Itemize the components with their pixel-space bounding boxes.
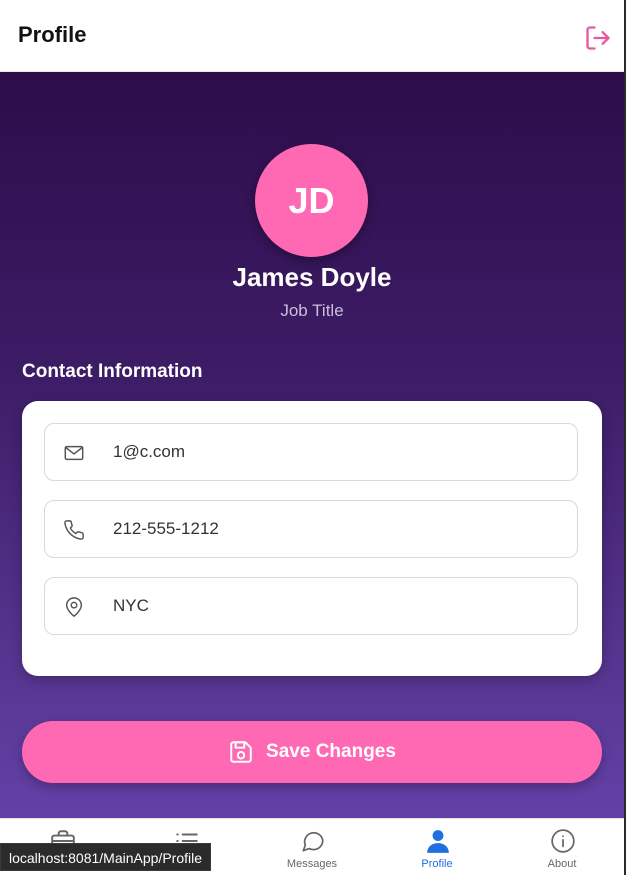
profile-name: James Doyle xyxy=(232,262,392,292)
profile-content: JD James Doyle Job Title Contact Informa… xyxy=(0,72,624,818)
status-bar-url: localhost:8081/MainApp/Profile xyxy=(0,843,212,871)
location-pin-icon xyxy=(65,597,83,617)
mail-icon xyxy=(64,445,84,461)
logout-icon xyxy=(586,26,610,50)
profile-screen: Profile JD James Doyle Job Title Contact… xyxy=(0,0,624,875)
tab-about[interactable]: About xyxy=(500,819,624,876)
avatar[interactable]: JD xyxy=(255,144,368,257)
save-changes-button[interactable]: Save Changes xyxy=(22,721,602,783)
phone-field[interactable]: 212-555-1212 xyxy=(44,500,578,558)
page-title: Profile xyxy=(18,22,87,47)
location-value: NYC xyxy=(113,596,149,615)
phone-icon xyxy=(64,520,84,540)
tab-label: Profile xyxy=(421,858,453,870)
profile-job-title: Job Title xyxy=(280,301,344,320)
tab-label: Messages xyxy=(286,858,338,870)
location-field[interactable]: NYC xyxy=(44,577,578,635)
contact-card: 1@c.com 212-555-1212 NYC xyxy=(22,401,602,676)
email-value: 1@c.com xyxy=(113,442,186,461)
info-icon xyxy=(551,829,575,853)
person-icon xyxy=(427,830,449,853)
logout-button[interactable] xyxy=(584,24,612,52)
email-field[interactable]: 1@c.com xyxy=(44,423,578,481)
save-changes-label: Save Changes xyxy=(266,741,396,762)
app-header: Profile xyxy=(0,0,624,72)
contact-section-title: Contact Information xyxy=(22,361,203,382)
floppy-disk-icon xyxy=(230,741,252,763)
tab-profile[interactable]: Profile xyxy=(375,819,499,876)
phone-value: 212-555-1212 xyxy=(113,519,219,538)
tab-label: About xyxy=(547,858,577,870)
avatar-initials: JD xyxy=(288,179,335,221)
tab-messages[interactable]: Messages xyxy=(250,819,374,876)
chat-bubble-icon xyxy=(302,831,324,852)
